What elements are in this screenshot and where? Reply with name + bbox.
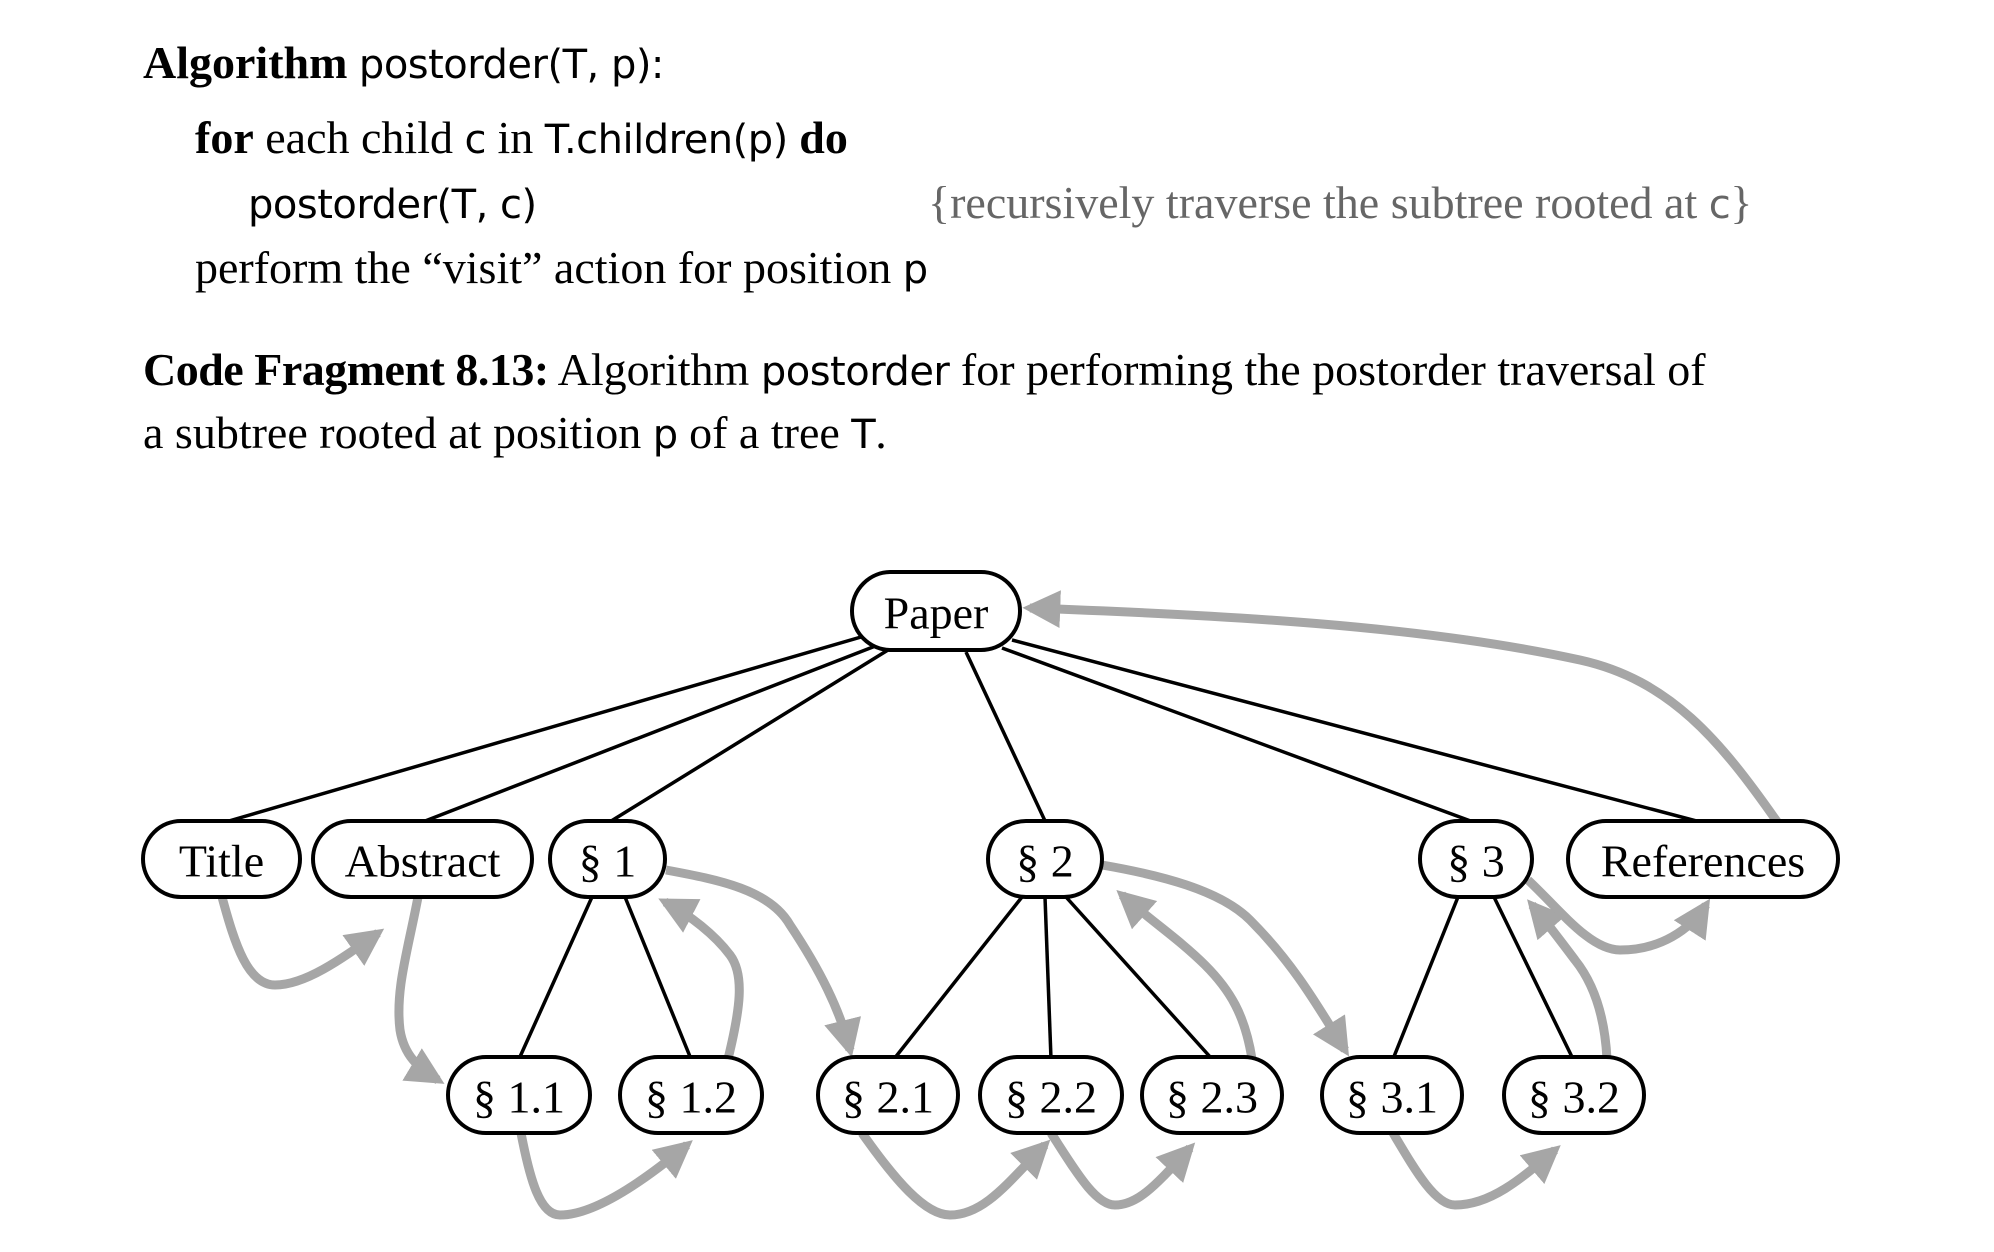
tree-edge-s2-s21 (892, 895, 1024, 1061)
tree-edge-paper-s2 (964, 651, 1048, 824)
traversal-arrow-title-to-abstract (217, 895, 385, 990)
node-label: § 1 (579, 836, 637, 887)
tree-edge-s2-s23 (1064, 895, 1214, 1061)
traversal-arrow-refs-to-paper (1022, 590, 1782, 826)
tree-edge-s3-s31 (1391, 896, 1460, 1060)
traversal-arrow-s2-to-s31 (1101, 860, 1350, 1057)
postorder-tree-diagram: Paper Title Abstract § 1 § 2 § 3 References § 1… (141, 570, 1840, 1220)
tree-node-s1: § 1 (548, 819, 667, 899)
tree-edge-paper-s1 (607, 648, 889, 825)
node-label: § 3 (1447, 836, 1505, 887)
tree-edge-paper-s3 (1001, 646, 1477, 825)
node-label: § 1.1 (473, 1072, 565, 1123)
traversal-arrow-s22-to-s23 (1047, 1130, 1196, 1210)
tree-node-s3: § 3 (1418, 819, 1534, 899)
node-label: § 2 (1016, 836, 1074, 887)
tree-node-s23: § 2.3 (1140, 1055, 1284, 1135)
traversal-arrow-s11-to-s12 (516, 1132, 693, 1220)
tree-node-s32: § 3.2 (1502, 1055, 1646, 1135)
tree-nodes: Paper Title Abstract § 1 § 2 § 3 References § 1… (141, 570, 1840, 1135)
tree-edge-paper-title (221, 633, 869, 825)
tree-node-s31: § 3.1 (1320, 1055, 1464, 1135)
traversal-arrow-s21-to-s22 (858, 1130, 1051, 1220)
traversal-arrow-s23-to-s2 (1116, 889, 1257, 1060)
tree-node-s22: § 2.2 (978, 1055, 1124, 1135)
traversal-arrow-s1-to-s21 (665, 865, 861, 1058)
tree-node-s12: § 1.2 (618, 1055, 764, 1135)
tree-edge-s1-s12 (623, 896, 693, 1060)
node-label: § 3.2 (1528, 1072, 1620, 1123)
node-label: § 3.1 (1346, 1072, 1438, 1123)
tree-node-refs: References (1566, 819, 1840, 899)
node-label: § 2.2 (1005, 1072, 1097, 1123)
tree-node-title: Title (141, 819, 302, 899)
node-label: Abstract (345, 836, 501, 887)
node-label: § 1.2 (645, 1072, 737, 1123)
tree-node-s21: § 2.1 (816, 1055, 960, 1135)
tree-node-s2: § 2 (986, 819, 1104, 899)
traversal-arrow-s31-to-s32 (1389, 1130, 1561, 1210)
traversal-arrow-s32-to-s3 (1527, 899, 1612, 1060)
traversal-arrow-s12-to-s1 (658, 898, 744, 1061)
node-label: § 2.3 (1166, 1072, 1258, 1123)
tree-edge-s3-s32 (1492, 896, 1575, 1060)
traversal-arrow-abstract-to-s11 (394, 896, 445, 1084)
node-label: § 2.1 (842, 1072, 934, 1123)
node-label: Paper (884, 588, 989, 639)
node-label: Title (179, 836, 264, 887)
tree-edge-s2-s22 (1043, 896, 1053, 1060)
tree-edge-s1-s11 (517, 896, 594, 1060)
tree-node-s11: § 1.1 (446, 1055, 592, 1135)
tree-node-abstract: Abstract (311, 819, 534, 899)
tree-node-paper: Paper (850, 570, 1022, 652)
node-label: References (1601, 836, 1805, 887)
